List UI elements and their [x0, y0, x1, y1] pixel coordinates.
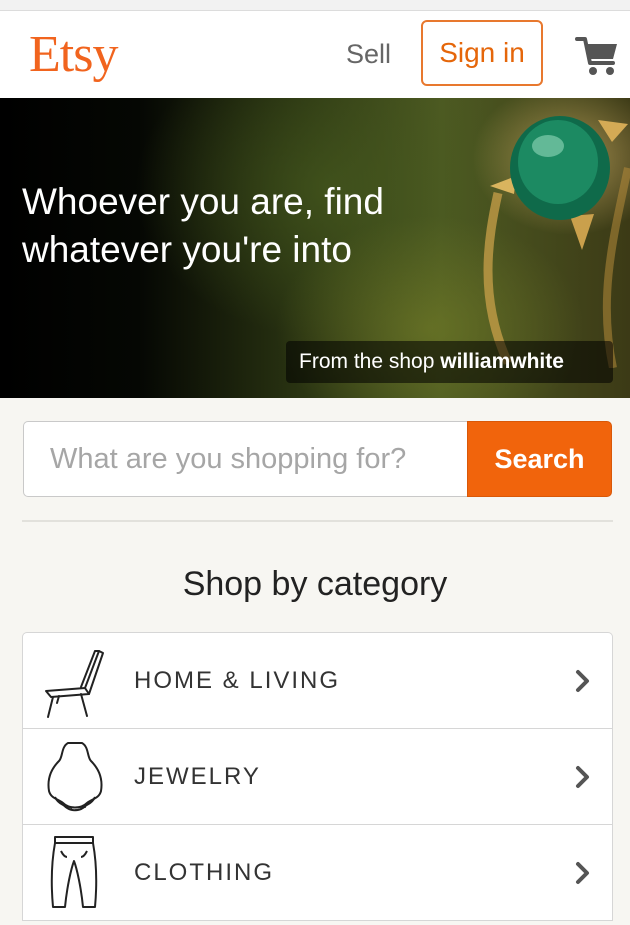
section-title: Shop by category	[182, 565, 448, 603]
category-item-clothing[interactable]: CLOTHING	[23, 825, 612, 921]
category-label: JEWELRY	[134, 763, 261, 790]
site-header: Etsy Sell Sign in	[0, 11, 630, 98]
sign-in-button[interactable]: Sign in	[421, 20, 543, 86]
category-list: HOME & LIVING JEWELRY CLOTHING	[22, 632, 613, 921]
hero-headline: Whoever you are, find whatever you're in…	[22, 181, 384, 270]
chevron-right-icon	[576, 670, 589, 692]
chair-icon	[45, 650, 104, 718]
chevron-right-icon	[576, 766, 589, 788]
search-button[interactable]: Search	[467, 421, 612, 497]
necklace-icon	[47, 742, 103, 812]
etsy-logo[interactable]: Etsy	[29, 25, 118, 85]
category-label: CLOTHING	[134, 859, 275, 886]
status-strip	[0, 0, 630, 11]
pants-icon	[50, 836, 98, 908]
shop-credit[interactable]: From the shop williamwhite	[286, 341, 613, 383]
credit-prefix: From the shop	[299, 350, 435, 373]
category-item-home-living[interactable]: HOME & LIVING	[23, 633, 612, 729]
emerald-ring-image	[483, 116, 630, 368]
cart-icon[interactable]	[575, 33, 619, 77]
category-item-jewelry[interactable]: JEWELRY	[23, 729, 612, 825]
divider	[22, 520, 613, 522]
category-label: HOME & LIVING	[134, 667, 341, 694]
chevron-right-icon	[576, 862, 589, 884]
credit-shop-name[interactable]: williamwhite	[440, 350, 564, 373]
search-input[interactable]	[23, 421, 469, 497]
sell-link[interactable]: Sell	[346, 39, 391, 69]
hero-banner[interactable]: Whoever you are, find whatever you're in…	[0, 98, 630, 398]
